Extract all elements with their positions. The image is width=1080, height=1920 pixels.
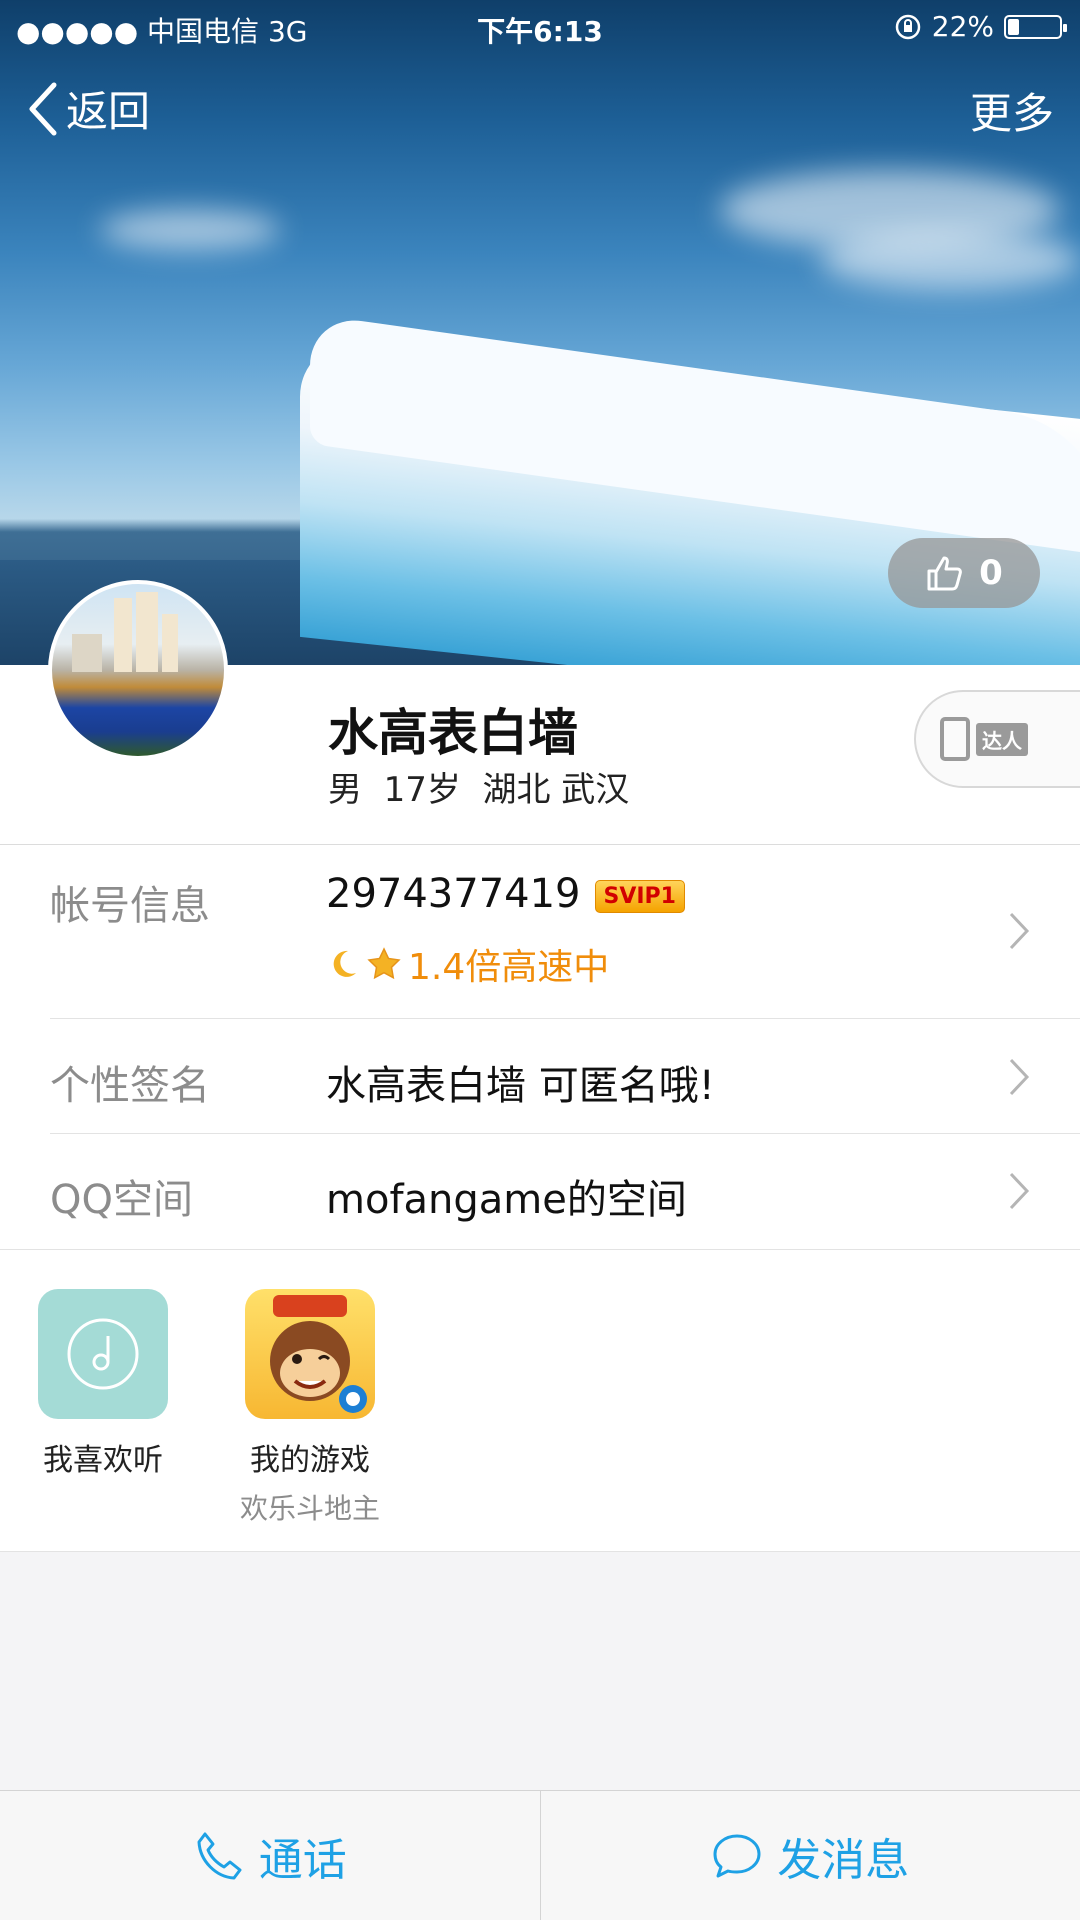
app-music[interactable]: 我喜欢听 bbox=[38, 1289, 168, 1479]
row-qzone[interactable]: QQ空间 mofangame的空间 bbox=[0, 1134, 1080, 1250]
rotation-lock-icon bbox=[895, 14, 921, 39]
app-label: 我喜欢听 bbox=[43, 1443, 163, 1478]
app-label: 我的游戏 bbox=[250, 1443, 370, 1478]
phone-icon bbox=[940, 717, 970, 761]
chevron-left-icon bbox=[29, 82, 57, 135]
chevron-right-icon bbox=[1009, 1058, 1030, 1096]
speed-text: 1.4倍高速中 bbox=[408, 947, 610, 988]
back-label: 返回 bbox=[66, 87, 151, 136]
chevron-right-icon bbox=[1009, 912, 1030, 950]
message-button[interactable]: 发消息 bbox=[541, 1791, 1080, 1920]
signature-value: 水高表白墙 可匿名哦! bbox=[326, 1063, 715, 1109]
star-icon bbox=[367, 947, 401, 980]
like-button[interactable]: 0 bbox=[888, 538, 1040, 608]
call-label: 通话 bbox=[258, 1834, 347, 1886]
talent-tag: 达人 bbox=[976, 722, 1028, 756]
speed-status: 1.4倍高速中 bbox=[326, 938, 609, 990]
game-monkey-icon bbox=[245, 1289, 375, 1419]
thumbs-up-icon bbox=[927, 556, 963, 591]
account-number-text: 2974377419 bbox=[326, 871, 581, 917]
app-grid: 我喜欢听 我的游戏 欢乐斗地主 bbox=[0, 1250, 1080, 1552]
music-disc-icon bbox=[38, 1289, 168, 1419]
phone-icon bbox=[197, 1832, 242, 1879]
call-button[interactable]: 通话 bbox=[0, 1791, 540, 1920]
app-sublabel: 欢乐斗地主 bbox=[239, 1492, 380, 1525]
talent-badge-button[interactable]: 达人 bbox=[914, 690, 1080, 788]
qzone-value: mofangame的空间 bbox=[326, 1177, 687, 1223]
moon-icon bbox=[333, 950, 356, 977]
app-game[interactable]: 我的游戏 欢乐斗地主 bbox=[218, 1289, 402, 1527]
chat-bubble-icon bbox=[713, 1834, 761, 1877]
status-bar: ●●●●● 中国电信 3G 下午6:13 22% bbox=[0, 0, 1080, 54]
more-button[interactable]: 更多 bbox=[970, 80, 1054, 141]
back-button[interactable]: 返回 bbox=[24, 78, 150, 139]
row-label: 帐号信息 bbox=[50, 883, 210, 929]
message-label: 发消息 bbox=[777, 1834, 910, 1886]
chevron-right-icon bbox=[1009, 1172, 1030, 1210]
avatar[interactable] bbox=[48, 580, 228, 760]
profile-name: 水高表白墙 bbox=[328, 704, 578, 762]
row-label: QQ空间 bbox=[50, 1177, 193, 1223]
battery-percent: 22% bbox=[931, 10, 994, 43]
like-count: 0 bbox=[979, 553, 1003, 593]
row-account-info[interactable]: 帐号信息 2974377419 SVIP1 1.4倍高速中 bbox=[0, 845, 1080, 1018]
bottom-action-bar: 通话 发消息 bbox=[0, 1790, 1080, 1920]
status-right: 22% bbox=[894, 10, 1067, 43]
info-list: 帐号信息 2974377419 SVIP1 1.4倍高速中 个性签名 水高表白墙 … bbox=[0, 845, 1080, 1250]
profile-meta: 男 17岁 湖北 武汉 bbox=[328, 770, 630, 810]
svip-badge: SVIP1 bbox=[594, 879, 685, 913]
row-signature[interactable]: 个性签名 水高表白墙 可匿名哦! bbox=[0, 1019, 1080, 1133]
account-number: 2974377419 SVIP1 bbox=[326, 871, 685, 917]
row-label: 个性签名 bbox=[50, 1063, 210, 1109]
battery-icon bbox=[1004, 14, 1067, 39]
